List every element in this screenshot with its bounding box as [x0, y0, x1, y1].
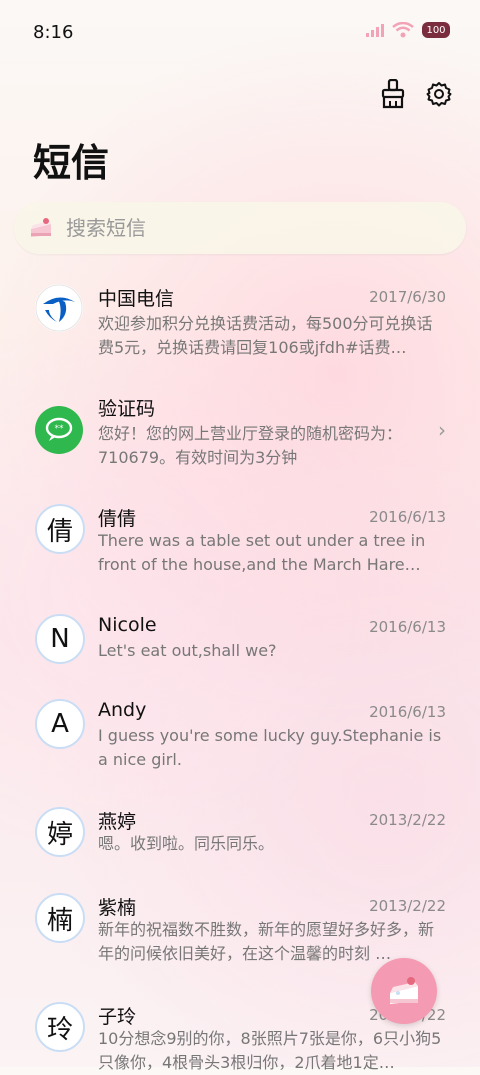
- avatar: 婷: [35, 807, 85, 857]
- signal-icon: [366, 24, 384, 37]
- status-time: 8:16: [33, 22, 74, 43]
- message-preview: 您好！您的网上营业厅登录的随机密码为：710679。有效时间为3分钟: [98, 424, 403, 467]
- message-preview: I guess you're some lucky guy.Stephanie …: [98, 726, 442, 769]
- contact-name: 燕婷: [98, 811, 137, 833]
- search-bar[interactable]: [14, 202, 466, 254]
- message-preview: 新年的祝福数不胜数，新年的愿望好多好多，新年的问候依旧美好，在这个温馨的时刻 …: [98, 920, 435, 963]
- avatar: 楠: [35, 893, 85, 943]
- message-preview: 10分想念9别的你，8张照片7张是你，6只小狗5只像你，4根骨头3根归你，2爪着…: [98, 1029, 442, 1072]
- battery-icon: 100: [422, 22, 450, 38]
- page-title: 短信: [33, 141, 110, 185]
- list-item-andy[interactable]: A Andy 2016/6/13 I guess you're some luc…: [0, 699, 480, 799]
- gear-icon: [426, 82, 452, 107]
- message-date: 2016/6/13: [369, 703, 446, 721]
- brush-icon: [381, 79, 405, 109]
- clean-brush-button[interactable]: [378, 78, 408, 110]
- message-date: 2016/6/13: [369, 618, 446, 636]
- message-preview: Let's eat out,shall we?: [98, 641, 277, 660]
- status-icons: 100: [366, 22, 450, 38]
- list-item-verification[interactable]: ** 验证码 › 您好！您的网上营业厅登录的随机密码为：710679。有效时间为…: [0, 394, 480, 494]
- battery-level: 100: [426, 24, 446, 36]
- wifi-icon: [392, 22, 414, 38]
- list-item-telecom[interactable]: 中国电信 2017/6/30 欢迎参加积分兑换话费活动，每500分可兑换话费5元…: [0, 284, 480, 384]
- contact-name: 验证码: [98, 398, 156, 420]
- top-actions: [378, 78, 454, 110]
- svg-text:**: **: [55, 424, 65, 434]
- list-item-yanting[interactable]: 婷 燕婷 2013/2/22 嗯。收到啦。同乐同乐。: [0, 807, 480, 877]
- contact-name: 中国电信: [98, 288, 175, 310]
- avatar: N: [35, 614, 85, 664]
- message-date: 2017/6/30: [369, 288, 446, 306]
- avatar: 玲: [35, 1002, 85, 1052]
- avatar: A: [35, 699, 85, 749]
- list-item-nicole[interactable]: N Nicole 2016/6/13 Let's eat out,shall w…: [0, 614, 480, 684]
- settings-button[interactable]: [424, 78, 454, 110]
- compose-button[interactable]: [371, 958, 437, 1024]
- cake-compose-icon: [390, 977, 418, 1004]
- search-input[interactable]: [64, 215, 428, 241]
- avatar: [35, 284, 83, 332]
- contact-name: Nicole: [98, 614, 157, 636]
- cake-search-icon: [31, 218, 51, 237]
- message-preview: 欢迎参加积分兑换话费活动，每500分可兑换话费5元，兑换话费请回复106或jfd…: [98, 314, 433, 357]
- status-bar: 8:16 100: [0, 0, 480, 66]
- avatar: **: [35, 406, 83, 454]
- message-bubble-icon: **: [45, 417, 73, 441]
- message-preview: There was a table set out under a tree i…: [98, 531, 426, 574]
- message-preview: 嗯。收到啦。同乐同乐。: [98, 834, 275, 853]
- contact-name: Andy: [98, 699, 147, 721]
- china-telecom-logo-icon: [35, 284, 83, 332]
- avatar: 倩: [35, 504, 85, 554]
- message-date: 2016/6/13: [369, 508, 446, 526]
- message-date: 2013/2/22: [369, 811, 446, 829]
- contact-name: 子玲: [98, 1006, 137, 1028]
- contact-name: 紫楠: [98, 897, 137, 919]
- contact-name: 倩倩: [98, 508, 137, 530]
- list-item-qianqian[interactable]: 倩 倩倩 2016/6/13 There was a table set out…: [0, 504, 480, 604]
- message-date: 2013/2/22: [369, 897, 446, 915]
